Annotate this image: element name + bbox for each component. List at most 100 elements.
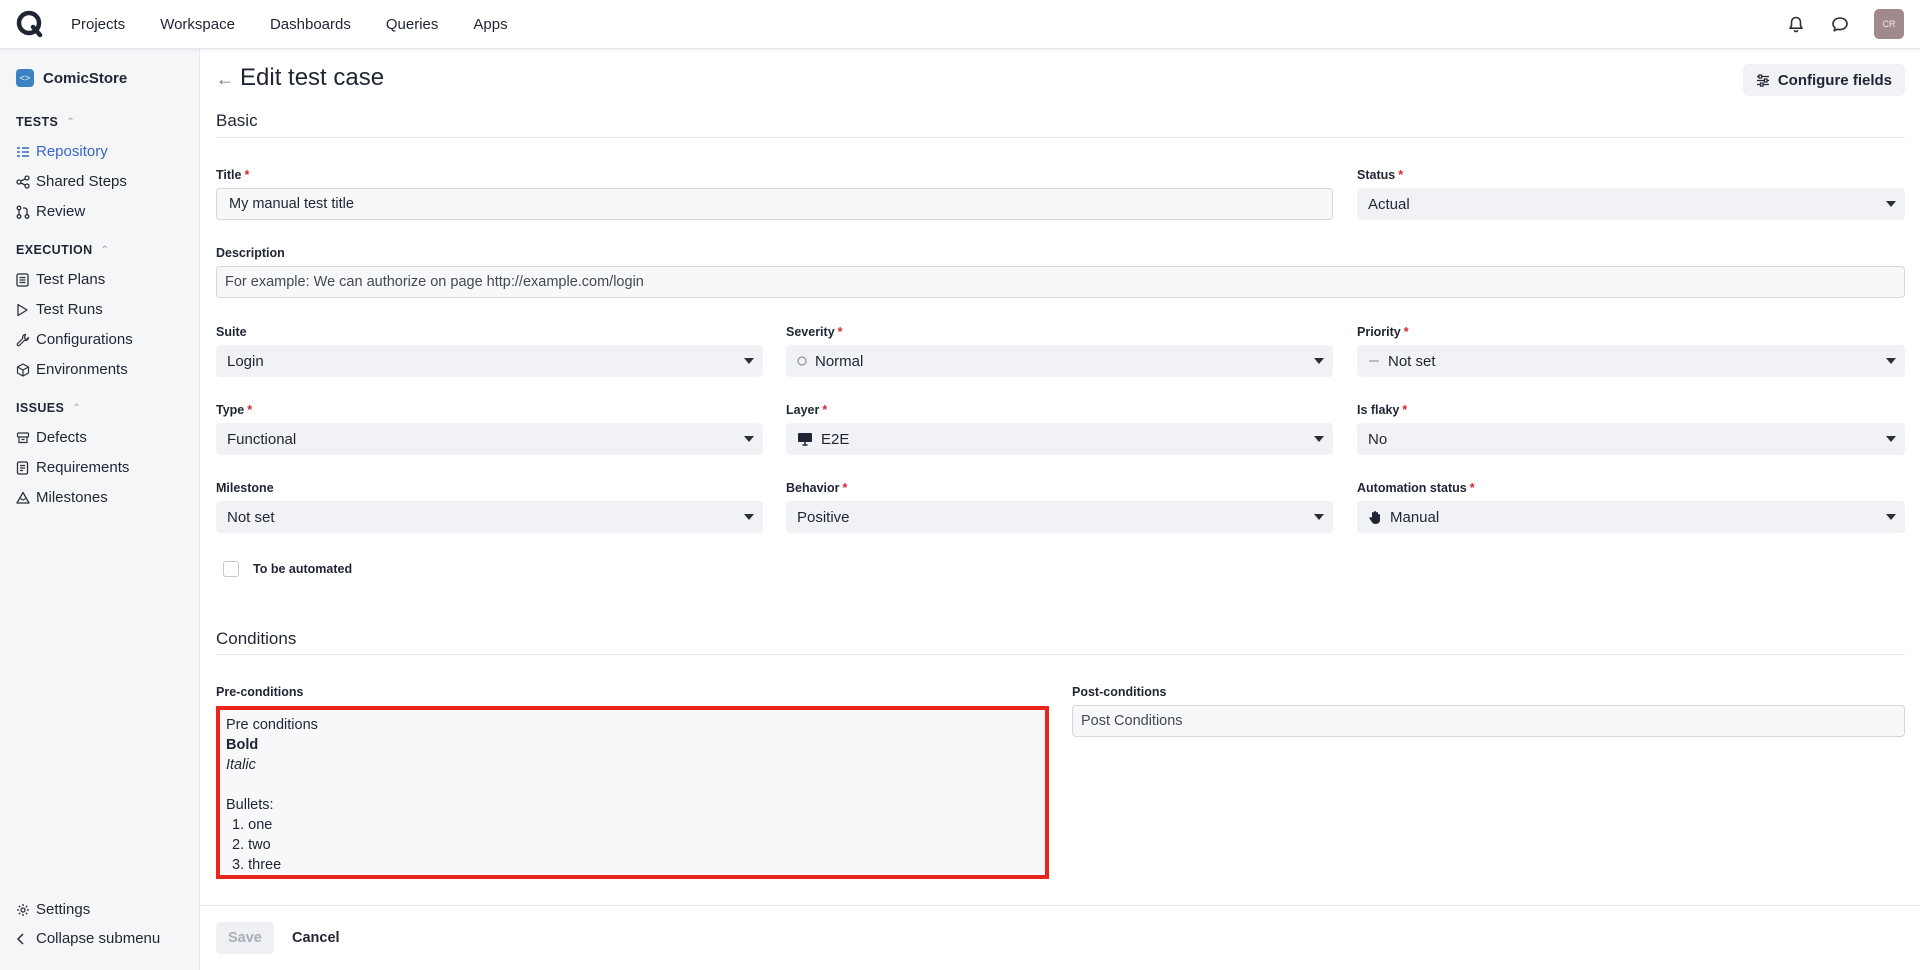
avatar[interactable]: CR (1874, 9, 1904, 39)
hand-icon (1368, 510, 1382, 525)
suite-value: Login (227, 352, 264, 370)
nav-projects[interactable]: Projects (71, 16, 125, 33)
checkbox-box[interactable] (223, 561, 239, 577)
project-icon: <> (16, 69, 34, 87)
automation-label: Automation status * (1357, 481, 1475, 495)
back-arrow-icon[interactable]: ← (216, 69, 234, 90)
sidebar-item-configurations[interactable]: Configurations (16, 331, 133, 348)
section-issues-label: ISSUES (16, 401, 65, 415)
nav-queries[interactable]: Queries (386, 16, 439, 33)
chevron-up-icon: ⌃ (100, 244, 110, 256)
sidebar-item-repository[interactable]: Repository (16, 143, 108, 160)
automation-select[interactable]: Manual (1357, 501, 1905, 533)
collapse-submenu-button[interactable]: Collapse submenu (16, 930, 160, 947)
section-execution-label: EXECUTION (16, 243, 93, 257)
section-tests-header[interactable]: TESTS ⌃ (16, 115, 75, 129)
sidebar-item-milestones[interactable]: Milestones (16, 489, 108, 506)
project-name: ComicStore (43, 69, 128, 87)
sidebar-item-label: Defects (36, 429, 87, 446)
sidebar-item-shared-steps[interactable]: Shared Steps (16, 173, 127, 190)
description-input[interactable]: For example: We can authorize on page ht… (216, 266, 1905, 298)
pre-conditions-bullets-title: Bullets: (226, 797, 274, 813)
severity-select[interactable]: Normal (786, 345, 1333, 377)
pre-conditions-editor[interactable]: Pre conditions Bold Italic Bullets: one … (216, 706, 1049, 879)
list-item: two (232, 835, 1039, 855)
cancel-button[interactable]: Cancel (280, 922, 352, 954)
type-value: Functional (227, 430, 297, 448)
sidebar-item-label: Settings (36, 901, 91, 918)
nav-dashboards[interactable]: Dashboards (270, 16, 351, 33)
chevron-up-icon: ⌃ (72, 402, 82, 414)
priority-value: Not set (1388, 352, 1436, 370)
status-select[interactable]: Actual (1357, 188, 1905, 220)
description-label: Description (216, 246, 285, 260)
chevron-down-icon (1314, 436, 1324, 442)
sidebar-item-label: Repository (36, 143, 108, 160)
sidebar: <> ComicStore TESTS ⌃ Repository Shared … (0, 49, 200, 970)
gear-icon (16, 902, 34, 918)
clipboard-list-icon (16, 272, 34, 288)
wrench-icon (16, 332, 34, 348)
post-conditions-editor[interactable]: Post Conditions (1072, 705, 1905, 737)
monitor-icon (797, 432, 813, 446)
chat-icon[interactable] (1828, 12, 1852, 36)
sidebar-item-requirements[interactable]: Requirements (16, 459, 129, 476)
divider (216, 137, 1905, 138)
type-label: Type * (216, 403, 253, 417)
status-value: Actual (1368, 195, 1410, 213)
section-tests-label: TESTS (16, 115, 59, 129)
sidebar-item-environments[interactable]: Environments (16, 361, 128, 378)
behavior-value: Positive (797, 508, 850, 526)
sidebar-item-review[interactable]: Review (16, 203, 85, 220)
to-be-automated-checkbox[interactable]: To be automated (223, 561, 352, 577)
chevron-down-icon (1314, 514, 1324, 520)
type-select[interactable]: Functional (216, 423, 763, 455)
section-issues-header[interactable]: ISSUES ⌃ (16, 401, 81, 415)
flaky-select[interactable]: No (1357, 423, 1905, 455)
circle-outline-icon (797, 356, 807, 366)
play-icon (16, 302, 34, 318)
chevron-down-icon (744, 358, 754, 364)
chevron-left-icon (16, 931, 34, 947)
pre-conditions-label: Pre-conditions (216, 685, 304, 699)
section-execution-header[interactable]: EXECUTION ⌃ (16, 243, 109, 257)
sidebar-item-test-plans[interactable]: Test Plans (16, 271, 105, 288)
pre-conditions-list: one two three (232, 815, 1039, 875)
severity-label: Severity * (786, 325, 843, 339)
milestone-select[interactable]: Not set (216, 501, 763, 533)
top-nav: Projects Workspace Dashboards Queries Ap… (0, 0, 1920, 49)
bell-icon[interactable] (1784, 12, 1808, 36)
chevron-down-icon (1886, 358, 1896, 364)
layer-select[interactable]: E2E (786, 423, 1333, 455)
list-tree-icon (16, 144, 34, 160)
nav-apps[interactable]: Apps (473, 16, 507, 33)
project-switcher[interactable]: <> ComicStore (16, 69, 127, 87)
priority-select[interactable]: Not set (1357, 345, 1905, 377)
behavior-select[interactable]: Positive (786, 501, 1333, 533)
status-label: Status * (1357, 168, 1404, 182)
sidebar-item-settings[interactable]: Settings (16, 901, 90, 918)
suite-select[interactable]: Login (216, 345, 763, 377)
section-basic-title: Basic (216, 111, 258, 130)
flaky-label: Is flaky * (1357, 403, 1408, 417)
title-input[interactable]: My manual test title (216, 188, 1333, 220)
sidebar-item-label: Milestones (36, 489, 108, 506)
configure-fields-button[interactable]: Configure fields (1742, 64, 1905, 96)
sidebar-item-defects[interactable]: Defects (16, 429, 87, 446)
mountain-icon (16, 490, 34, 506)
nav-workspace[interactable]: Workspace (160, 16, 235, 33)
milestone-value: Not set (227, 508, 275, 526)
save-button[interactable]: Save (216, 922, 274, 954)
sidebar-item-test-runs[interactable]: Test Runs (16, 301, 103, 318)
bug-icon (16, 430, 34, 446)
sidebar-item-label: Requirements (36, 459, 130, 476)
list-item: three (232, 855, 1039, 875)
configure-fields-label: Configure fields (1777, 71, 1892, 89)
qase-logo-icon[interactable] (15, 9, 45, 39)
sidebar-item-label: Collapse submenu (36, 930, 161, 947)
automation-value: Manual (1390, 508, 1440, 526)
chevron-up-icon: ⌃ (66, 116, 76, 128)
title-label: Title * (216, 168, 250, 182)
chevron-down-icon (1314, 358, 1324, 364)
